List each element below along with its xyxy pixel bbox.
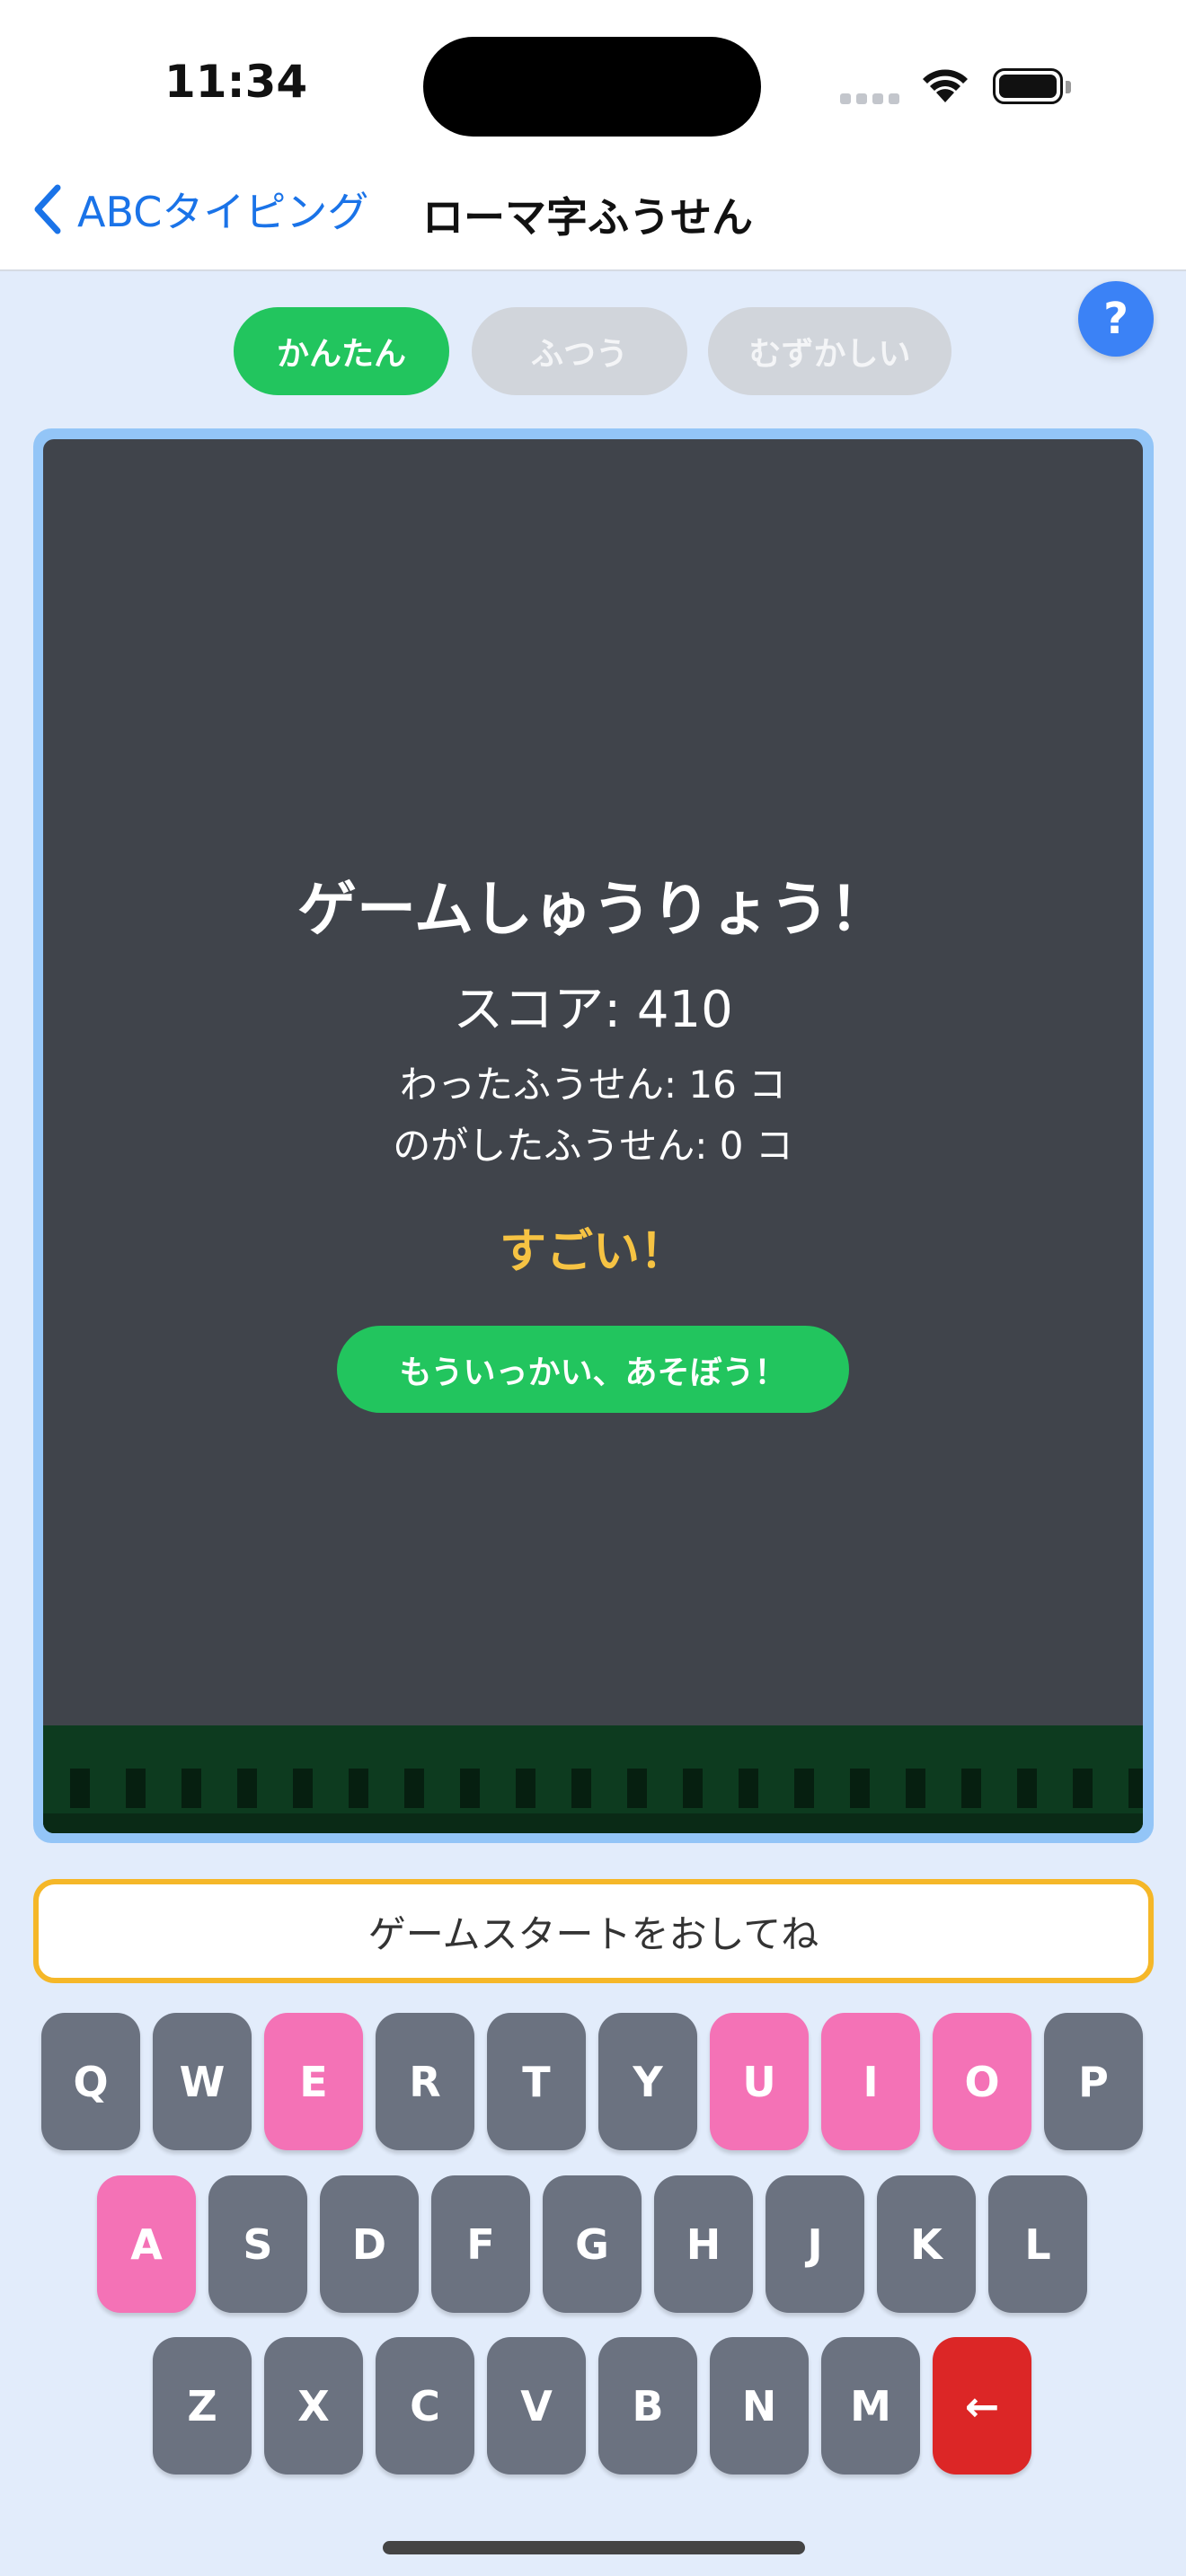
key-k[interactable]: K	[877, 2175, 976, 2313]
home-indicator	[383, 2541, 805, 2554]
key-p[interactable]: P	[1044, 2013, 1143, 2150]
key-t[interactable]: T	[487, 2013, 586, 2150]
status-time: 11:34	[164, 56, 308, 108]
key-v[interactable]: V	[487, 2337, 586, 2475]
key-y[interactable]: Y	[598, 2013, 697, 2150]
key-o[interactable]: O	[933, 2013, 1031, 2150]
key-h[interactable]: H	[654, 2175, 753, 2313]
key-a[interactable]: A	[97, 2175, 196, 2313]
key-l[interactable]: L	[988, 2175, 1087, 2313]
popped-count: わったふうせん: 16 コ	[399, 1063, 787, 1107]
praise-message: すごい！	[499, 1225, 686, 1279]
key-j[interactable]: J	[766, 2175, 864, 2313]
key-u[interactable]: U	[710, 2013, 809, 2150]
wifi-icon	[918, 63, 972, 108]
cellular-signal-icon	[840, 91, 905, 108]
key-f[interactable]: F	[431, 2175, 530, 2313]
key-c[interactable]: C	[376, 2337, 474, 2475]
back-label: ABCタイピング	[77, 188, 369, 236]
replay-button[interactable]: もういっかい、あそぼう！	[337, 1326, 849, 1413]
typing-input[interactable]: ゲームスタートをおしてね	[33, 1879, 1154, 1983]
key-n[interactable]: N	[710, 2337, 809, 2475]
battery-icon	[993, 68, 1071, 104]
back-button[interactable]: ABCタイピング	[31, 181, 368, 237]
key-i[interactable]: I	[821, 2013, 920, 2150]
game-board: ゲームしゅうりょう！ スコア: 410 わったふうせん: 16 コ のがしたふう…	[43, 439, 1143, 1833]
difficulty-easy[interactable]: かんたん	[234, 307, 449, 395]
key-s[interactable]: S	[208, 2175, 307, 2313]
missed-count: のがしたふうせん: 0 コ	[393, 1124, 793, 1168]
final-score: スコア: 410	[453, 981, 733, 1039]
key-x[interactable]: X	[264, 2337, 363, 2475]
key-b[interactable]: B	[598, 2337, 697, 2475]
key-e[interactable]: E	[264, 2013, 363, 2150]
game-over-title: ゲームしゅうりょう！	[296, 875, 890, 944]
difficulty-normal[interactable]: ふつう	[472, 307, 687, 395]
grass-ground	[43, 1725, 1143, 1833]
key-z[interactable]: Z	[153, 2337, 252, 2475]
page-title: ローマ字ふうせん	[422, 193, 753, 242]
chevron-left-icon	[34, 184, 61, 234]
help-button[interactable]: ?	[1078, 281, 1154, 357]
key-w[interactable]: W	[153, 2013, 252, 2150]
dynamic-island	[423, 37, 761, 137]
key-d[interactable]: D	[320, 2175, 419, 2313]
key-q[interactable]: Q	[41, 2013, 140, 2150]
key-g[interactable]: G	[543, 2175, 642, 2313]
difficulty-hard[interactable]: むずかしい	[708, 307, 951, 395]
key-m[interactable]: M	[821, 2337, 920, 2475]
backspace-key[interactable]: ←	[933, 2337, 1031, 2475]
key-r[interactable]: R	[376, 2013, 474, 2150]
top-bar: 11:34 ABCタイピング ローマ字ふうせん	[0, 0, 1186, 271]
